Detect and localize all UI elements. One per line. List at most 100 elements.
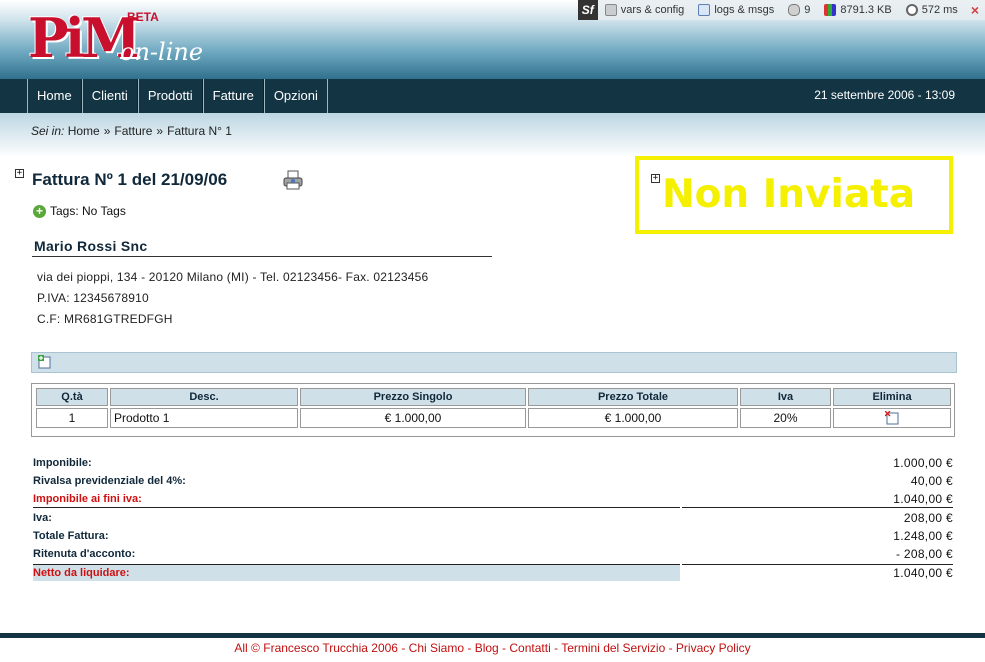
add-item-bar — [31, 352, 957, 373]
db-queries[interactable]: 9 — [781, 0, 817, 20]
close-icon[interactable]: × — [965, 2, 985, 18]
divider — [32, 256, 492, 257]
cell-qty[interactable]: 1 — [36, 408, 108, 428]
col-iva: Iva — [740, 388, 831, 406]
breadcrumb-fatture[interactable]: Fatture — [114, 124, 152, 138]
footer-copyright: All © Francesco Trucchia 2006 — [234, 641, 398, 655]
breadcrumb-current: Fattura N° 1 — [167, 124, 232, 138]
nav-item-fatture[interactable]: Fatture — [202, 79, 264, 113]
nav-item-prodotti[interactable]: Prodotti — [137, 79, 203, 113]
cell-unit-price[interactable]: € 1.000,00 — [300, 408, 526, 428]
bar-chart-icon — [824, 4, 837, 16]
total-label: Iva: — [33, 512, 52, 524]
exec-time[interactable]: 572 ms — [899, 0, 965, 20]
cell-iva[interactable]: 20% — [740, 408, 831, 428]
col-total-price: Prezzo Totale — [528, 388, 738, 406]
add-item-icon[interactable] — [38, 355, 52, 369]
database-icon — [788, 4, 801, 16]
total-label: Rivalsa previdenziale del 4%: — [33, 475, 186, 487]
symfony-icon[interactable]: Sf — [577, 0, 598, 20]
cell-desc[interactable]: Prodotto 1 — [110, 408, 298, 428]
breadcrumb: Sei in: Home» Fatture» Fattura N° 1 — [31, 124, 232, 138]
total-label: Imponibile ai fini iva: — [33, 493, 142, 505]
nav-item-home[interactable]: Home — [27, 79, 82, 113]
col-desc: Desc. — [110, 388, 298, 406]
logo-sub: on-line — [120, 38, 204, 66]
total-label: Imponibile: — [33, 457, 92, 469]
total-value: 1.248,00 € — [893, 529, 953, 543]
footer-sep: - — [464, 641, 475, 655]
items-table: Q.tà Desc. Prezzo Singolo Prezzo Totale … — [34, 386, 953, 430]
box-icon — [604, 4, 617, 16]
footer-link-contatti[interactable]: Contatti — [509, 641, 550, 655]
total-label: Netto da liquidare: — [33, 567, 130, 579]
vars-config-label: vars & config — [620, 4, 685, 16]
nav-item-opzioni[interactable]: Opzioni — [263, 79, 328, 113]
total-row-imponibile: Imponibile: 1.000,00 € — [33, 455, 953, 473]
footer-bar — [0, 633, 985, 638]
client-piva: P.IVA: 12345678910 — [37, 291, 149, 305]
total-label: Totale Fattura: — [33, 530, 109, 542]
vars-config-link[interactable]: vars & config — [598, 0, 692, 20]
breadcrumb-sep: » — [156, 124, 164, 138]
nav-item-clienti[interactable]: Clienti — [81, 79, 138, 113]
print-icon[interactable] — [283, 170, 303, 190]
total-value: 1.000,00 € — [893, 456, 953, 470]
client-name: Mario Rossi Snc — [34, 238, 148, 254]
memory-usage: 8791.3 KB — [817, 0, 898, 20]
tags-row: + Tags: No Tags — [33, 204, 126, 218]
footer: All © Francesco Trucchia 2006 - Chi Siam… — [0, 641, 985, 655]
total-row-netto: Netto da liquidare: 1.040,00 € — [33, 565, 953, 583]
total-value: - 208,00 € — [895, 547, 953, 561]
tags-label: Tags: No Tags — [50, 204, 126, 218]
clock-icon — [905, 4, 918, 16]
db-queries-count: 9 — [804, 4, 811, 16]
delete-row-icon[interactable] — [884, 410, 899, 425]
total-row-rivalsa: Rivalsa previdenziale del 4%: 40,00 € — [33, 473, 953, 491]
footer-sep: - — [665, 641, 676, 655]
memory-value: 8791.3 KB — [840, 4, 892, 16]
footer-sep: - — [550, 641, 562, 655]
divider — [33, 507, 680, 508]
table-header-row: Q.tà Desc. Prezzo Singolo Prezzo Totale … — [36, 388, 951, 406]
total-value: 1.040,00 € — [893, 492, 953, 506]
divider — [682, 507, 953, 508]
page-title: Fattura Nº 1 del 21/09/06 — [32, 170, 228, 189]
col-qty: Q.tà — [36, 388, 108, 406]
current-date: 21 settembre 2006 - 13:09 — [814, 88, 955, 102]
debug-toolbar: Sf vars & config logs & msgs 9 8791.3 KB… — [577, 0, 985, 20]
cell-total-price: € 1.000,00 — [528, 408, 738, 428]
footer-link-privacy[interactable]: Privacy Policy — [676, 641, 751, 655]
col-delete: Elimina — [833, 388, 951, 406]
footer-link-chi-siamo[interactable]: Chi Siamo — [409, 641, 464, 655]
expand-toggle-icon[interactable]: + — [15, 169, 24, 178]
cell-delete — [833, 408, 951, 428]
logs-msgs-link[interactable]: logs & msgs — [691, 0, 781, 20]
add-tag-icon[interactable]: + — [33, 204, 46, 218]
logo[interactable]: PiM on-line BETA — [28, 8, 228, 72]
status-label: Non Inviata — [662, 172, 916, 217]
client-cf: C.F: MR681GTREDFGH — [37, 312, 173, 326]
total-row-iva: Iva: 208,00 € — [33, 510, 953, 528]
total-label: Ritenuta d'acconto: — [33, 548, 136, 560]
total-row-totale: Totale Fattura: 1.248,00 € — [33, 528, 953, 546]
table-row: 1 Prodotto 1 € 1.000,00 € 1.000,00 20% — [36, 408, 951, 428]
breadcrumb-home[interactable]: Home — [68, 124, 100, 138]
footer-link-termini[interactable]: Termini del Servizio — [561, 641, 665, 655]
total-value: 208,00 € — [903, 511, 953, 525]
total-value: 1.040,00 € — [893, 566, 953, 580]
main-nav: Home Clienti Prodotti Fatture Opzioni — [27, 79, 328, 113]
footer-link-blog[interactable]: Blog — [475, 641, 499, 655]
footer-sep: - — [498, 641, 510, 655]
beta-badge: BETA — [127, 10, 159, 24]
total-row-ritenuta: Ritenuta d'acconto: - 208,00 € — [33, 546, 953, 564]
breadcrumb-prefix: Sei in: — [31, 124, 65, 138]
comment-icon — [698, 4, 711, 16]
logs-msgs-label: logs & msgs — [714, 4, 775, 16]
col-unit-price: Prezzo Singolo — [300, 388, 526, 406]
total-value: 40,00 € — [910, 474, 953, 488]
client-address: via dei pioppi, 134 - 20120 Milano (MI) … — [37, 270, 429, 284]
exec-time-value: 572 ms — [921, 4, 958, 16]
footer-sep: - — [397, 641, 409, 655]
expand-toggle-icon[interactable]: + — [651, 174, 660, 183]
